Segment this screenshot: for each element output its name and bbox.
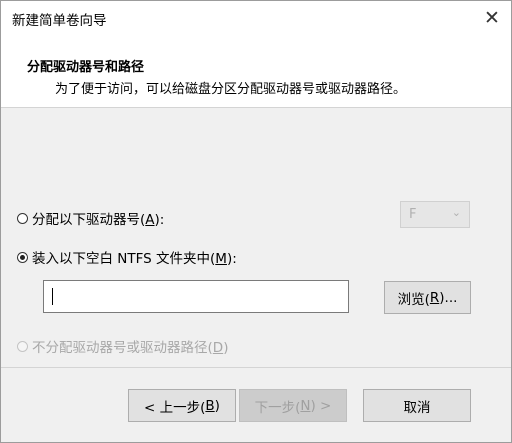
wizard-header: 分配驱动器号和路径 为了便于访问，可以给磁盘分区分配驱动器号或驱动器路径。 bbox=[1, 37, 511, 108]
drive-letter-dropdown[interactable]: F ⌄ bbox=[400, 201, 470, 228]
next-button: 下一步(N) > bbox=[239, 389, 347, 422]
assign-letter-option[interactable]: 分配以下驱动器号(A): bbox=[17, 208, 164, 228]
close-icon[interactable]: ✕ bbox=[479, 5, 505, 31]
no-assign-radio bbox=[17, 340, 28, 352]
mount-folder-radio[interactable] bbox=[17, 251, 28, 263]
no-assign-label: 不分配驱动器号或驱动器路径(D) bbox=[32, 340, 229, 356]
wizard-window: 新建简单卷向导 ✕ 分配驱动器号和路径 为了便于访问，可以给磁盘分区分配驱动器号… bbox=[0, 0, 512, 443]
no-assign-option: 不分配驱动器号或驱动器路径(D) bbox=[17, 336, 228, 356]
folder-path-input[interactable] bbox=[43, 280, 349, 313]
title-bar: 新建简单卷向导 ✕ bbox=[1, 1, 511, 37]
back-button[interactable]: < 上一步(B) bbox=[128, 389, 236, 422]
page-title: 分配驱动器号和路径 bbox=[27, 60, 145, 75]
chevron-down-icon: ⌄ bbox=[451, 206, 461, 219]
page-subtitle: 为了便于访问，可以给磁盘分区分配驱动器号或驱动器路径。 bbox=[55, 82, 407, 97]
cancel-button[interactable]: 取消 bbox=[363, 389, 471, 422]
browse-button[interactable]: 浏览(R)... bbox=[384, 281, 471, 314]
text-caret bbox=[52, 288, 53, 305]
mount-folder-option[interactable]: 装入以下空白 NTFS 文件夹中(M): bbox=[17, 247, 237, 267]
footer-divider bbox=[1, 367, 511, 368]
window-title: 新建简单卷向导 bbox=[12, 13, 107, 29]
assign-letter-label: 分配以下驱动器号(A): bbox=[32, 212, 165, 228]
drive-letter-value: F bbox=[409, 207, 417, 222]
mount-folder-label: 装入以下空白 NTFS 文件夹中(M): bbox=[32, 251, 237, 267]
assign-letter-radio[interactable] bbox=[17, 212, 28, 224]
